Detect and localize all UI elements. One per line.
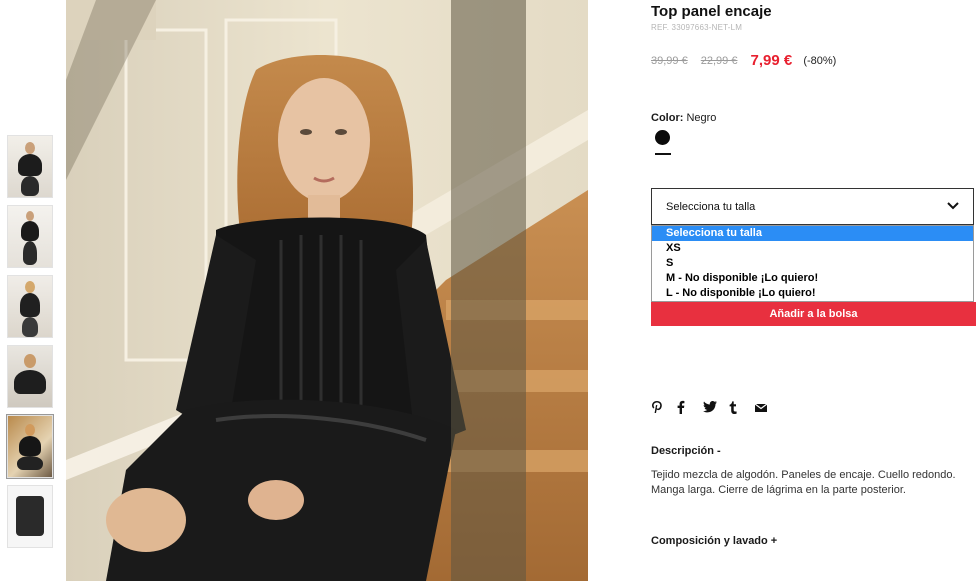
color-label-title: Color: — [651, 112, 684, 124]
facebook-icon[interactable] — [677, 399, 703, 415]
chevron-down-icon — [947, 202, 959, 210]
pinterest-icon[interactable] — [651, 399, 677, 415]
product-reference: REF. 33097663-NET-LM — [651, 23, 743, 32]
size-options-list: Selecciona tu talla XS S M - No disponib… — [651, 225, 974, 302]
share-icons — [651, 399, 781, 415]
description-text: Tejido mezcla de algodón. Paneles de enc… — [651, 469, 956, 496]
product-main-image[interactable] — [66, 0, 588, 581]
size-option-placeholder[interactable]: Selecciona tu talla — [652, 226, 973, 241]
color-label: Color: Negro — [651, 112, 716, 124]
thumbnail-4[interactable] — [7, 345, 53, 408]
thumbnail-gallery — [6, 135, 54, 555]
composition-heading[interactable]: Composición y lavado + — [651, 535, 777, 547]
price-previous: 22,99 € — [700, 55, 738, 67]
twitter-icon[interactable] — [703, 399, 729, 415]
add-to-bag-button[interactable]: Añadir a la bolsa — [651, 302, 976, 326]
size-option-m[interactable]: M - No disponible ¡Lo quiero! — [652, 271, 973, 286]
size-select-value: Selecciona tu talla — [666, 201, 756, 213]
size-select[interactable]: Selecciona tu talla — [651, 188, 974, 225]
size-option-xs[interactable]: XS — [652, 241, 973, 256]
price-block: 39,99 € 22,99 € 7,99 € (-80%) — [651, 51, 837, 69]
price-original: 39,99 € — [651, 55, 688, 67]
tumblr-icon[interactable] — [729, 399, 755, 415]
email-icon[interactable] — [755, 399, 781, 415]
description-heading[interactable]: Descripción - — [651, 445, 721, 457]
thumbnail-3[interactable] — [7, 275, 53, 338]
model-photo — [66, 0, 588, 581]
thumbnail-6[interactable] — [7, 485, 53, 548]
thumbnail-5-active[interactable] — [6, 414, 54, 479]
thumbnail-1[interactable] — [7, 135, 53, 198]
color-swatch-black[interactable] — [655, 130, 670, 145]
thumbnail-2[interactable] — [7, 205, 53, 268]
swatch-selected-indicator — [655, 153, 671, 155]
price-current: 7,99 € — [750, 52, 793, 69]
color-value: Negro — [686, 112, 717, 124]
size-option-s[interactable]: S — [652, 256, 973, 271]
size-option-l[interactable]: L - No disponible ¡Lo quiero! — [652, 286, 973, 301]
discount-badge: (-80%) — [803, 55, 837, 67]
product-title: Top panel encaje — [651, 3, 772, 20]
